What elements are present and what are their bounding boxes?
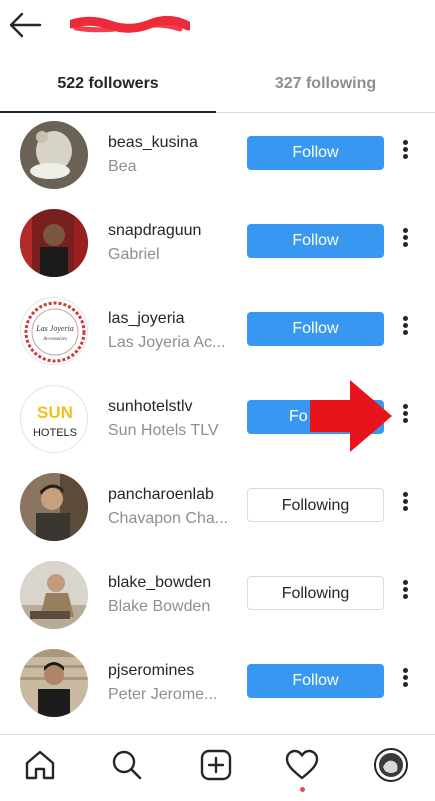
follow-button[interactable]: Follow [247,224,384,258]
full-name: Las Joyeria Ac... [108,334,226,351]
more-options-icon[interactable] [396,138,414,168]
more-options-icon[interactable] [396,578,414,608]
bottom-nav [0,734,435,801]
new-post-icon[interactable] [198,747,234,783]
username[interactable]: pancharoenlab [108,486,214,504]
more-options-icon[interactable] [396,226,414,256]
username[interactable]: las_joyeria [108,310,184,328]
username[interactable]: sunhotelstlv [108,398,193,416]
list-item: Las Joyeria Accessories las_joyeria Las … [0,288,435,376]
full-name: Peter Jerome... [108,686,218,703]
username[interactable]: beas_kusina [108,134,198,152]
full-name: Sun Hotels TLV [108,422,219,439]
more-options-icon[interactable] [396,314,414,344]
follow-button[interactable]: Follow [247,312,384,346]
list-item: blake_bowden Blake Bowden Following [0,552,435,640]
follow-button[interactable]: Follow [247,664,384,698]
username[interactable]: blake_bowden [108,574,211,592]
list-item: pancharoenlab Chavapon Cha... Following [0,464,435,552]
list-item: pjseromines Peter Jerome... Follow [0,640,435,728]
avatar[interactable] [20,121,88,189]
avatar[interactable]: Las Joyeria Accessories [20,297,88,365]
username[interactable]: pjseromines [108,662,194,680]
logo-text-line1: SUN [37,403,73,422]
following-button[interactable]: Following [247,488,384,522]
list-item: snapdraguun Gabriel Follow [0,200,435,288]
home-icon[interactable] [22,747,58,783]
avatar[interactable] [20,209,88,277]
more-options-icon[interactable] [396,666,414,696]
annotation-arrow-icon [310,380,400,452]
profile-avatar-icon[interactable] [373,747,409,783]
full-name: Blake Bowden [108,598,211,615]
following-button[interactable]: Following [247,576,384,610]
search-icon[interactable] [109,747,145,783]
activity-heart-icon[interactable] [284,747,320,783]
tab-followers[interactable]: 522 followers [0,56,216,113]
avatar[interactable]: SUN HOTELS [20,385,88,453]
full-name: Bea [108,158,137,175]
follow-tabs: 522 followers 327 following [0,56,435,113]
redacted-username-scribble [67,14,193,36]
logo-text-line1: Las Joyeria [35,324,74,333]
notification-dot [300,787,305,792]
follow-button[interactable]: Follow [247,136,384,170]
arrow-left-icon [9,12,42,38]
username[interactable]: snapdraguun [108,222,201,240]
more-options-icon[interactable] [396,490,414,520]
logo-text-line2: HOTELS [33,427,77,439]
avatar[interactable] [20,473,88,541]
full-name: Chavapon Cha... [108,510,229,527]
list-item: beas_kusina Bea Follow [0,112,435,200]
back-button[interactable] [8,10,44,40]
full-name: Gabriel [108,246,160,263]
avatar[interactable] [20,561,88,629]
logo-text-line2: Accessories [42,337,67,342]
avatar[interactable] [20,649,88,717]
top-bar [0,0,435,52]
tab-following[interactable]: 327 following [216,56,435,112]
